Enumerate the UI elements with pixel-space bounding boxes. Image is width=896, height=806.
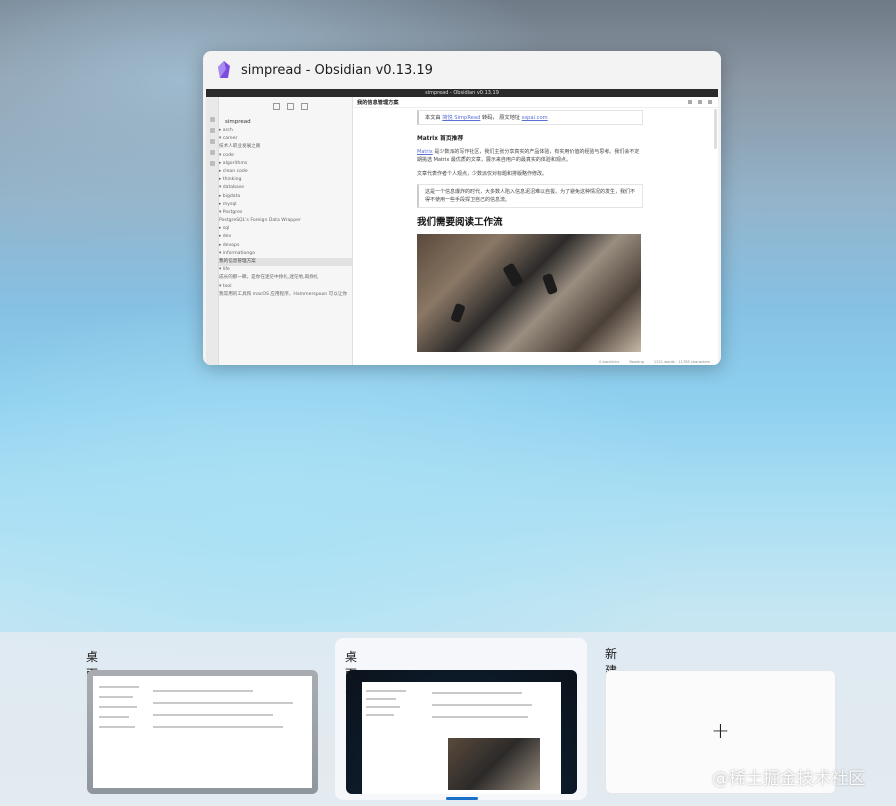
tree-item: ▸ dev [219,234,232,240]
watermark: @稀土掘金技术社区 [712,769,865,789]
obsidian-window-card[interactable]: simpread - Obsidian v0.13.19 simpread - … [203,51,721,365]
split-icon [698,100,702,104]
tree-item: ▾ tool [219,283,232,289]
sort-icon [301,102,308,110]
tree-item: ▾ life [219,267,230,273]
note-title: 我的信息管理方案 [357,99,399,106]
status-mode: Reading [629,359,644,364]
tree-item: ▾ database [219,185,245,191]
window-preview: simpread - Obsidian v0.13.19 simpread ▸ … [206,89,718,365]
obsidian-logo-icon [218,61,230,78]
plus-icon: + [711,719,730,744]
active-desktop-indicator [446,797,478,800]
section-heading-small: Matrix 首页推荐 [417,136,464,142]
status-wordcount: 1221 words · 11785 characters [653,359,710,364]
tree-item: ▾ code [219,152,234,158]
vault-name: simpread [225,119,251,125]
tree-item: ▾ Postgres [219,209,243,215]
paragraph-1-text: 是少数派的写作社区，我们主张分享真实的产品体验，有实用价值的经验与思考。我们会不… [417,149,640,163]
scrollbar [714,109,717,149]
section-heading-large: 我们需要阅读工作流 [417,217,503,228]
tree-item: ▸ clean code [219,168,248,174]
new-note-icon [273,102,280,110]
article-photo [417,234,641,352]
desktop-2-thumbnail[interactable] [346,670,577,794]
ribbon-icon [209,161,215,166]
tree-item: ▸ algorithms [219,160,248,166]
more-icon [708,100,712,104]
tree-item-selected: 我的信息管理方案 [219,258,352,267]
status-bar: 0 backlinks Reading 1221 words · 11785 c… [599,358,718,365]
file-explorer: simpread ▸ arch ▾ career 技术人职业发展之路 ▾ cod… [219,97,353,365]
matrix-link: Matrix [417,149,433,155]
window-card-header: simpread - Obsidian v0.13.19 [203,51,721,89]
editor-header: 我的信息管理方案 [353,97,718,108]
tree-item: 成长的那一瞬，是你在迷茫中挣扎,迷茫地,再挣扎 [219,275,319,281]
app-titlebar-text: simpread - Obsidian v0.13.19 [425,90,499,96]
quote-prefix: 本文由 [425,115,441,121]
ribbon-icon [209,150,215,155]
ribbon [206,97,219,365]
editor-pane: 我的信息管理方案 本文由 简悦 SimpRead 转码， 原文地址 sspai.… [353,97,718,365]
desktop-1-window-preview [93,676,312,788]
tree-item: ▸ arch [219,128,233,133]
blockquote: 这是一个信息爆炸的时代，大多数人陷入信息泥沼难以自拔。为了避免这种情况的发生，我… [417,184,643,208]
tree-item: ▸ mysql [219,201,237,207]
desktop-2-window-preview [362,682,561,794]
app-titlebar: simpread - Obsidian v0.13.19 [206,89,718,97]
tree-item: ▾ informationgo [219,250,256,256]
ribbon-icon [209,117,215,122]
paragraph-2: 文章代表作者个人观点，少数派仅对标题和排版略作修改。 [417,171,548,177]
simpread-link: 简悦 SimpRead [442,115,481,121]
tree-item: 我常用的工具和 macOS 应用程序，Hammerspoon 可以让你 [219,291,348,297]
new-folder-icon [287,102,294,110]
desktop-1-thumbnail[interactable] [87,670,318,794]
source-url-link: sspai.com [521,115,548,121]
explorer-toolbar [219,97,352,115]
tree-item: ▸ devops [219,242,240,248]
ribbon-icon [209,139,215,144]
note-content: 本文由 简悦 SimpRead 转码， 原文地址 sspai.com Matri… [417,110,643,352]
quote-mid: 转码， 原文地址 [482,115,520,121]
tree-item: ▸ thinking [219,177,242,183]
ribbon-icon [209,128,215,133]
file-tree: ▸ arch ▾ career 技术人职业发展之路 ▾ code ▸ algor… [219,127,352,299]
source-quote: 本文由 简悦 SimpRead 转码， 原文地址 sspai.com [417,110,643,125]
tree-item: 技术人职业发展之路 [219,144,261,150]
status-backlinks: 0 backlinks [599,359,620,364]
tree-item: ▸ sql [219,226,230,232]
tree-item: PostgreSQL's Foreign Data Wrapper [219,218,301,224]
tree-item: ▾ career [219,136,238,142]
edit-icon [688,100,692,104]
window-title: simpread - Obsidian v0.13.19 [241,62,433,78]
tree-item: ▸ bigdata [219,193,241,199]
paragraph-1: Matrix 是少数派的写作社区，我们主张分享真实的产品体验，有实用价值的经验与… [417,148,643,164]
